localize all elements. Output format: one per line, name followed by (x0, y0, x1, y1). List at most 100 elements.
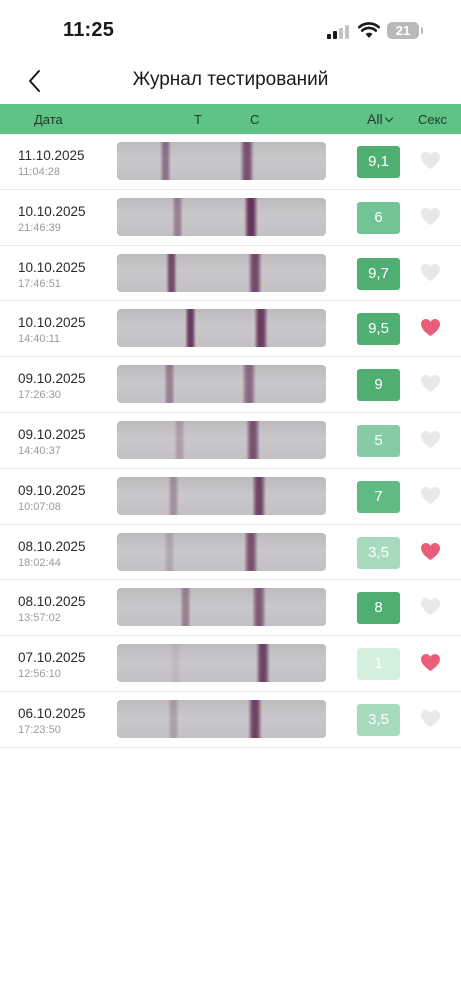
table-row[interactable]: 11.10.2025 11:04:28 9,1 (0, 134, 461, 190)
column-header-date: Дата (34, 112, 63, 127)
table-row[interactable]: 09.10.2025 14:40:37 5 (0, 413, 461, 469)
cellular-signal-icon (327, 25, 349, 39)
row-time: 13:57:02 (18, 612, 61, 625)
test-line (180, 588, 192, 627)
table-row[interactable]: 08.10.2025 13:57:02 8 (0, 580, 461, 637)
row-date: 09.10.2025 (18, 482, 86, 498)
column-header-sex: Секс (418, 112, 447, 127)
control-line (247, 253, 262, 292)
test-strip-image[interactable] (117, 588, 326, 627)
row-date: 09.10.2025 (18, 426, 86, 442)
row-time: 17:26:30 (18, 389, 61, 402)
test-line (184, 309, 196, 348)
control-line (245, 420, 260, 459)
heart-icon[interactable] (420, 597, 441, 616)
test-log-list: 11.10.2025 11:04:28 9,1 10.10.2025 21:46:39 6… (0, 134, 461, 748)
status-bar: 11:25 21 (0, 0, 461, 58)
row-time: 17:23:50 (18, 723, 61, 736)
test-line (174, 420, 186, 459)
page-title: Журнал тестирований (132, 69, 329, 90)
control-line (239, 142, 254, 180)
test-line (163, 365, 175, 404)
test-line (159, 142, 171, 180)
score-badge: 6 (357, 201, 400, 234)
control-line (247, 699, 262, 738)
control-line (252, 588, 267, 627)
chevron-down-icon (384, 113, 393, 123)
score-badge: 1 (357, 648, 400, 681)
table-row[interactable]: 09.10.2025 10:07:08 7 (0, 469, 461, 525)
heart-icon[interactable] (420, 486, 441, 505)
score-badge: 3,5 (357, 536, 400, 569)
navigation-bar: Журнал тестирований (0, 58, 461, 104)
test-strip-image[interactable] (117, 476, 326, 515)
control-line (252, 476, 267, 515)
heart-icon[interactable] (420, 374, 441, 393)
score-badge: 9,1 (357, 146, 400, 178)
control-line (254, 309, 269, 348)
row-date: 09.10.2025 (18, 371, 86, 387)
heart-icon[interactable] (420, 263, 441, 282)
heart-icon[interactable] (420, 430, 441, 449)
test-line (170, 644, 182, 683)
test-strip-image[interactable] (117, 142, 326, 180)
score-badge: 7 (357, 480, 400, 513)
row-date: 10.10.2025 (18, 203, 86, 219)
filter-dropdown[interactable]: All (367, 111, 393, 127)
row-time: 12:56:10 (18, 668, 61, 681)
heart-icon[interactable] (420, 542, 441, 561)
table-row[interactable]: 10.10.2025 14:40:11 9,5 (0, 301, 461, 358)
table-row[interactable]: 09.10.2025 17:26:30 9 (0, 357, 461, 413)
control-line (243, 532, 258, 571)
test-strip-image[interactable] (117, 309, 326, 348)
heart-icon[interactable] (420, 207, 441, 226)
heart-icon[interactable] (420, 709, 441, 728)
column-header-t: T (194, 112, 202, 127)
heart-icon[interactable] (420, 318, 441, 337)
table-header: Дата T C All Секс (0, 104, 461, 134)
test-line (167, 476, 179, 515)
test-strip-image[interactable] (117, 365, 326, 404)
row-date: 10.10.2025 (18, 315, 86, 331)
row-date: 08.10.2025 (18, 538, 86, 554)
column-header-c: C (250, 112, 260, 127)
filter-label: All (367, 111, 383, 127)
heart-icon[interactable] (420, 151, 441, 170)
control-line (241, 365, 256, 404)
row-date: 08.10.2025 (18, 594, 86, 610)
test-line (172, 197, 184, 236)
row-time: 18:02:44 (18, 556, 61, 569)
table-row[interactable]: 06.10.2025 17:23:50 3,5 (0, 692, 461, 748)
score-badge: 5 (357, 424, 400, 457)
status-time: 11:25 (63, 19, 115, 41)
wifi-icon (358, 22, 380, 38)
table-row[interactable]: 10.10.2025 21:46:39 6 (0, 190, 461, 246)
score-badge: 9,7 (357, 257, 400, 290)
row-date: 07.10.2025 (18, 650, 86, 666)
row-time: 11:04:28 (18, 166, 61, 178)
row-time: 10:07:08 (18, 500, 61, 513)
row-time: 14:40:11 (18, 333, 61, 346)
row-date: 11.10.2025 (18, 148, 85, 163)
score-badge: 8 (357, 592, 400, 625)
control-line (256, 644, 271, 683)
test-strip-image[interactable] (117, 420, 326, 459)
row-time: 21:46:39 (18, 221, 61, 234)
control-line (243, 197, 258, 236)
battery-icon: 21 (387, 22, 423, 39)
score-badge: 3,5 (357, 703, 400, 736)
test-strip-image[interactable] (117, 253, 326, 292)
row-date: 06.10.2025 (18, 705, 86, 721)
table-row[interactable]: 10.10.2025 17:46:51 9,7 (0, 246, 461, 302)
table-row[interactable]: 08.10.2025 18:02:44 3,5 (0, 525, 461, 581)
test-line (167, 699, 179, 738)
test-strip-image[interactable] (117, 644, 326, 683)
score-badge: 9 (357, 369, 400, 402)
test-strip-image[interactable] (117, 699, 326, 738)
test-line (165, 253, 177, 292)
score-badge: 9,5 (357, 313, 400, 346)
test-strip-image[interactable] (117, 532, 326, 571)
table-row[interactable]: 07.10.2025 12:56:10 1 (0, 636, 461, 692)
test-strip-image[interactable] (117, 197, 326, 236)
heart-icon[interactable] (420, 653, 441, 672)
